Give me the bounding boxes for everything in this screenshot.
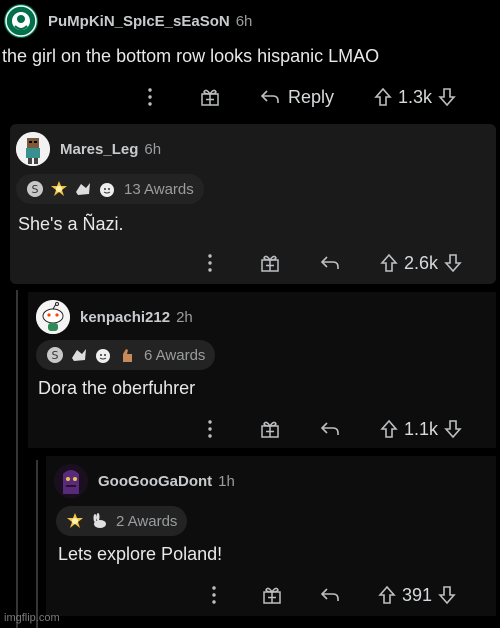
snoo-avatar[interactable] (36, 300, 70, 334)
watermark: imgflip.com (4, 612, 60, 624)
more-options-icon[interactable] (140, 88, 160, 106)
vote-score: 2.6k (404, 252, 439, 273)
silver-award-icon: S (46, 346, 64, 364)
upvote-icon[interactable] (378, 585, 396, 605)
comment-header: Mares_Leg 6h (16, 132, 161, 166)
wholesome-award-icon (98, 180, 116, 198)
reply-icon[interactable] (320, 421, 340, 437)
helpful-award-icon (74, 180, 92, 198)
comment-header: kenpachi212 2h (36, 300, 193, 334)
awards-bar[interactable]: 2 Awards (56, 506, 188, 536)
more-options-icon[interactable] (204, 586, 224, 604)
reply-label[interactable]: Reply (288, 87, 334, 108)
gold-award-icon (50, 180, 68, 198)
comment-body: Lets explore Poland! (58, 544, 223, 564)
comment-body: the girl on the bottom row looks hispani… (2, 46, 380, 66)
username[interactable]: Mares_Leg (60, 141, 138, 158)
wholesome-award-icon (94, 346, 112, 364)
downvote-icon[interactable] (438, 585, 456, 605)
awards-bar[interactable]: S 6 Awards (36, 340, 216, 370)
hand-award-icon (118, 346, 136, 364)
awards-count: 13 Awards (124, 180, 194, 198)
reply-button[interactable]: Reply (260, 87, 334, 108)
helpful-award-icon (70, 346, 88, 364)
awards-count: 6 Awards (144, 346, 206, 364)
give-award-icon[interactable] (200, 87, 220, 107)
svg-text:S: S (52, 349, 59, 362)
silver-award-icon: S (26, 180, 44, 198)
comment-kenpachi: kenpachi212 2h S 6 Awards Dora the oberf… (28, 292, 496, 448)
comment-actions: Reply 1.3k (140, 82, 456, 112)
purple-character-avatar[interactable] (54, 464, 88, 498)
vote-score: 1.3k (398, 86, 433, 107)
pixel-character-avatar[interactable] (16, 132, 50, 166)
username[interactable]: kenpachi212 (80, 309, 170, 326)
timestamp: 1h (218, 472, 235, 490)
comment-actions: 2.6k (200, 248, 462, 278)
comment-actions: 391 (204, 580, 456, 610)
more-options-icon[interactable] (200, 254, 220, 272)
thread-line[interactable] (36, 460, 38, 628)
comment-actions: 1.1k (200, 414, 462, 444)
reply-icon[interactable] (320, 587, 340, 603)
give-award-icon[interactable] (260, 419, 280, 439)
svg-text:S: S (32, 183, 39, 196)
comment-header: GooGooGaDont 1h (54, 464, 235, 498)
username[interactable]: GooGooGaDont (98, 473, 212, 490)
reply-icon[interactable] (320, 255, 340, 271)
give-award-icon[interactable] (262, 585, 282, 605)
timestamp: 6h (144, 140, 162, 158)
downvote-icon[interactable] (444, 419, 462, 439)
timestamp: 2h (176, 308, 193, 326)
username[interactable]: PuMpKiN_SpIcE_sEaSoN (48, 13, 230, 30)
starbucks-logo-avatar[interactable] (4, 4, 38, 38)
upvote-icon[interactable] (380, 419, 398, 439)
vote-score: 391 (402, 584, 433, 605)
timestamp: 6h (235, 12, 253, 30)
downvote-icon[interactable] (444, 253, 462, 273)
more-options-icon[interactable] (200, 420, 220, 438)
comment-mares-leg: Mares_Leg 6h S 13 Awards She's a Ñazi. 2… (10, 124, 496, 284)
bunny-award-icon (90, 512, 108, 530)
thread-line[interactable] (16, 290, 18, 628)
vote-score: 1.1k (404, 418, 439, 439)
comment-googoogadont: GooGooGaDont 1h 2 Awards Lets explore Po… (46, 456, 496, 616)
awards-bar[interactable]: S 13 Awards (16, 174, 204, 204)
give-award-icon[interactable] (260, 253, 280, 273)
upvote-icon[interactable] (380, 253, 398, 273)
downvote-icon[interactable] (438, 87, 456, 107)
comment-header: PuMpKiN_SpIcE_sEaSoN 6h (4, 4, 252, 38)
awards-count: 2 Awards (116, 512, 178, 530)
comment-pumpkin: PuMpKiN_SpIcE_sEaSoN 6h the girl on the … (0, 0, 500, 120)
gold-award-icon (66, 512, 84, 530)
comment-body: Dora the oberfuhrer (38, 378, 196, 398)
upvote-icon[interactable] (374, 87, 392, 107)
comment-body: She's a Ñazi. (18, 214, 124, 234)
